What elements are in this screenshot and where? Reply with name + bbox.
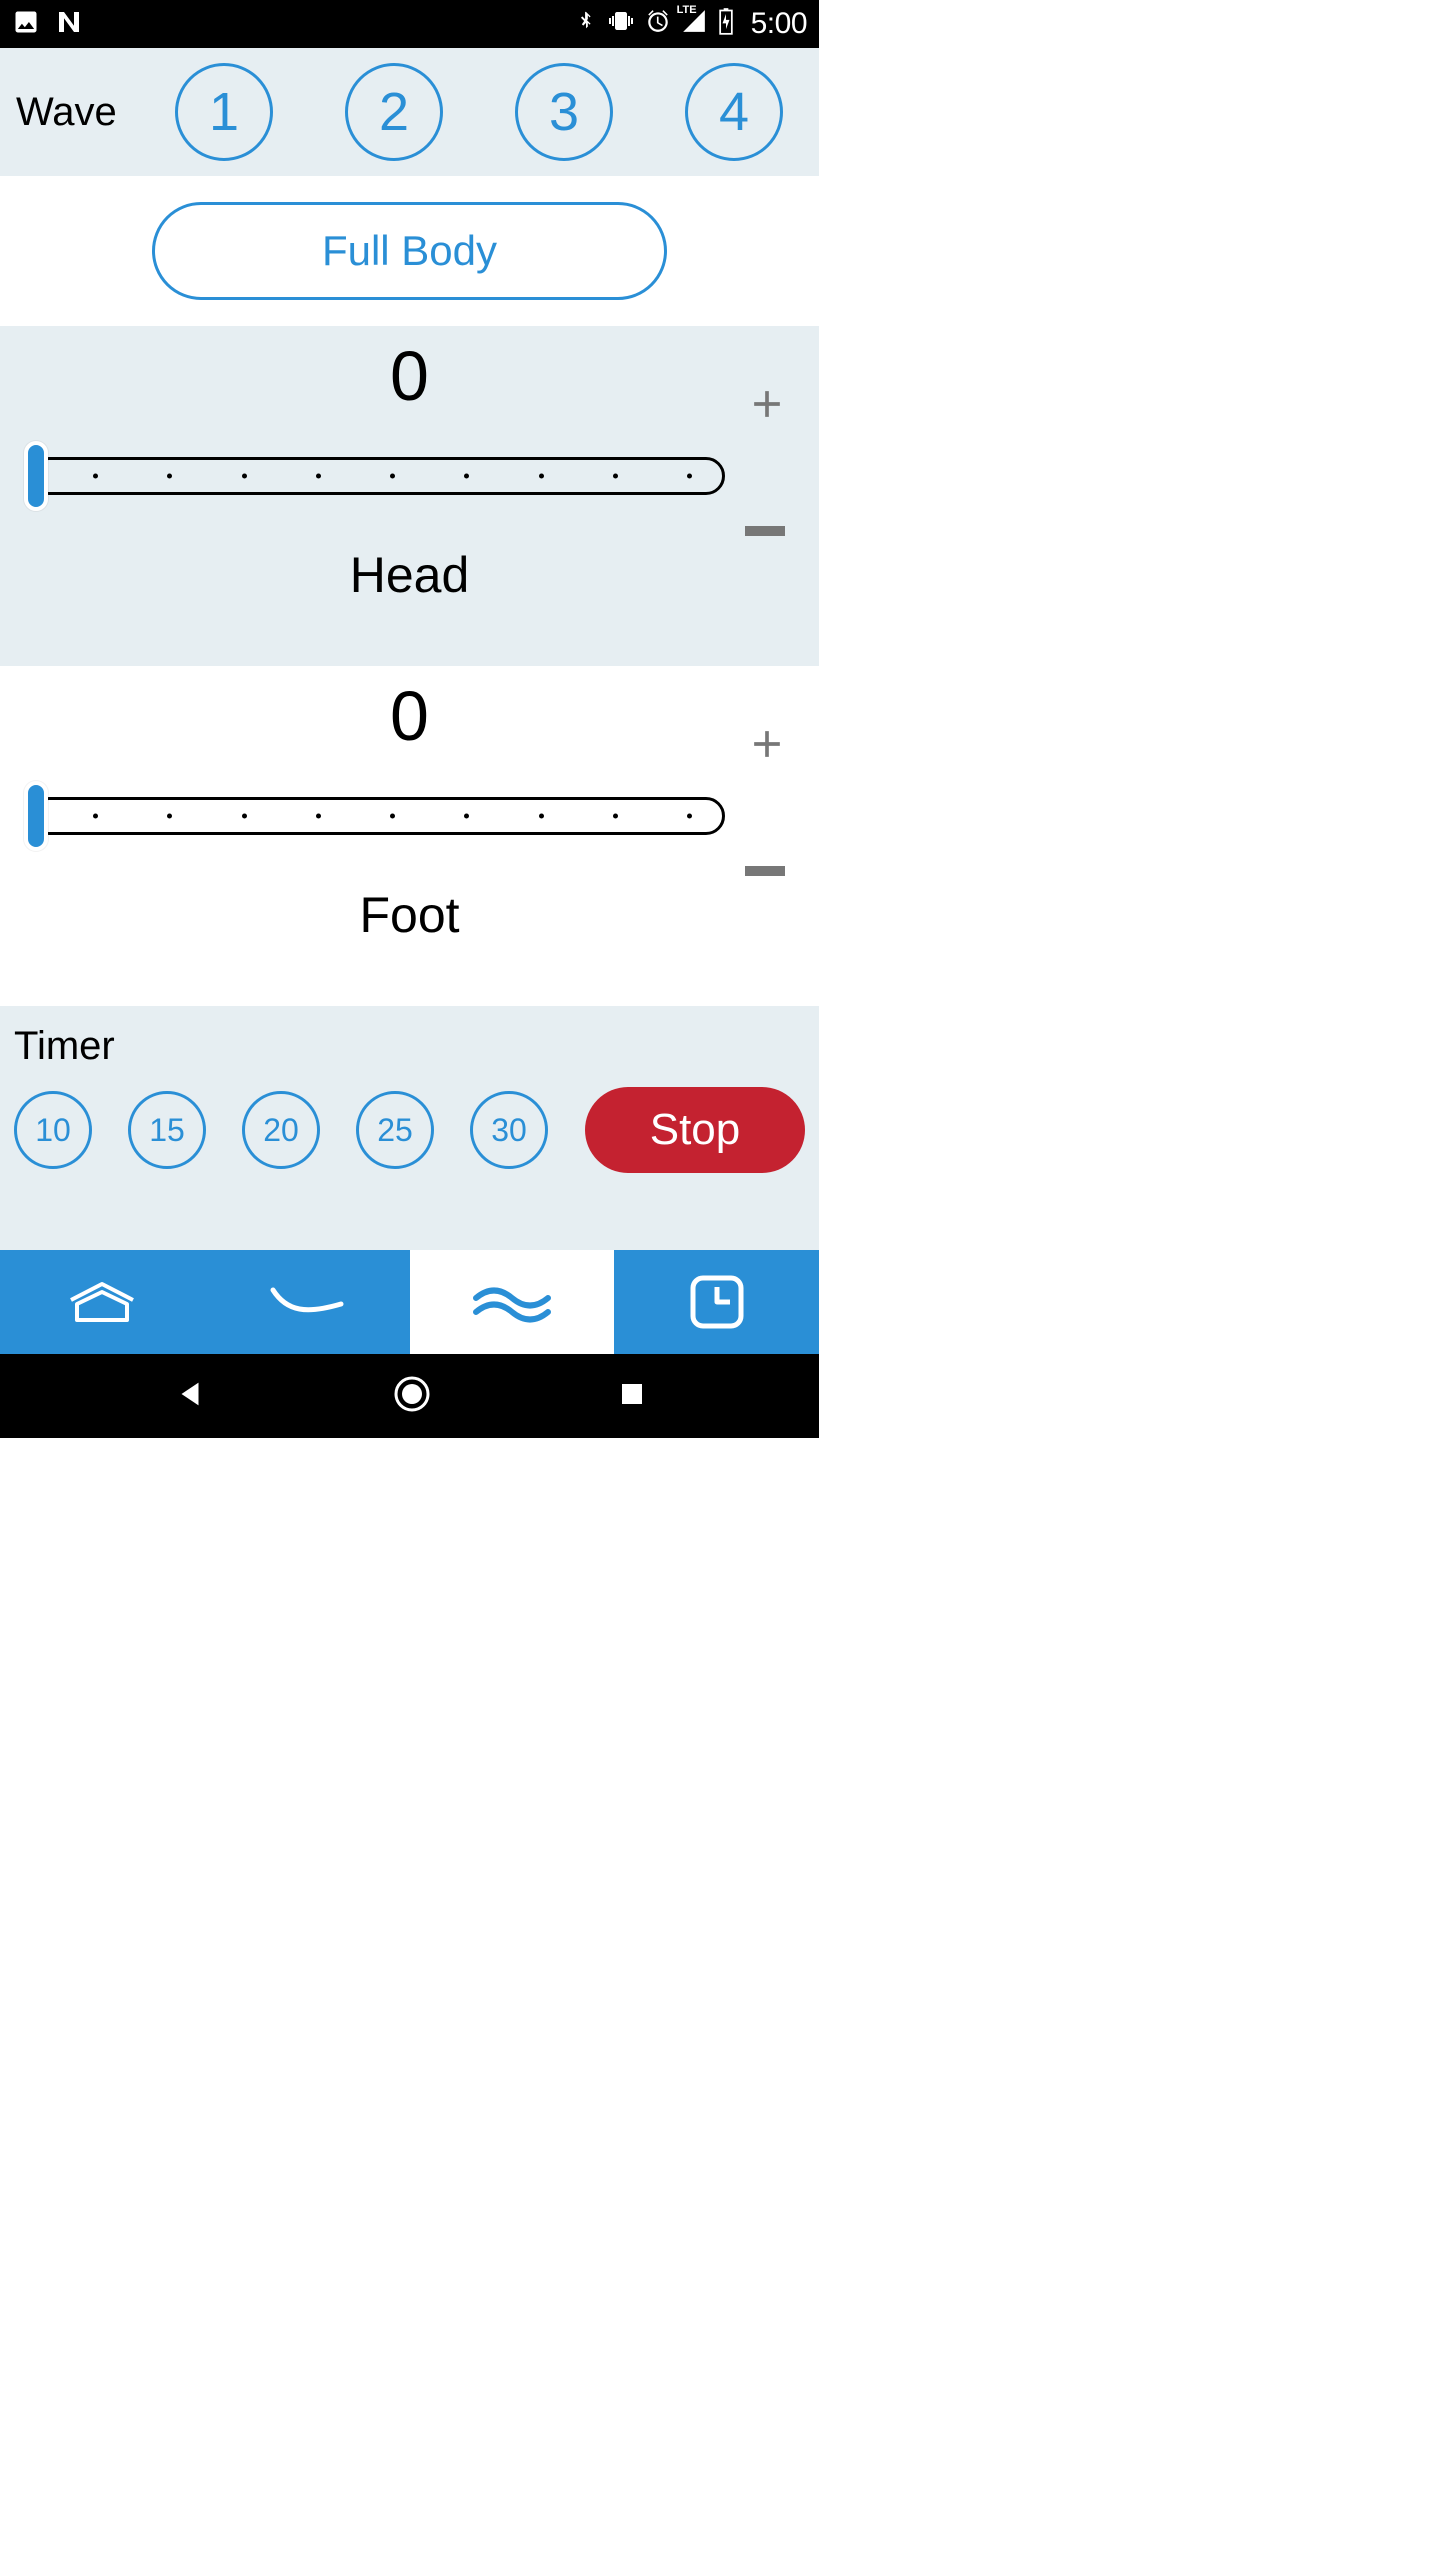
alarm-icon: [645, 8, 671, 41]
wave-label: Wave: [16, 90, 117, 135]
head-slider-value: 0: [30, 336, 789, 416]
head-plus-button[interactable]: [745, 376, 789, 436]
wave-option-1[interactable]: 1: [175, 63, 273, 161]
timer-option-25[interactable]: 25: [356, 1091, 434, 1169]
foot-slider-section: 0 Foot: [0, 666, 819, 1006]
head-slider-thumb[interactable]: [24, 441, 48, 511]
foot-slider-label: Foot: [30, 886, 789, 944]
head-minus-button[interactable]: [745, 526, 789, 536]
nav-home[interactable]: [0, 1250, 205, 1354]
home-circle-icon[interactable]: [392, 1374, 432, 1419]
wave-option-3[interactable]: 3: [515, 63, 613, 161]
head-slider[interactable]: [30, 441, 725, 511]
signal-icon: LTE: [681, 8, 707, 41]
wave-option-4[interactable]: 4: [685, 63, 783, 161]
status-bar: LTE 5:00: [0, 0, 819, 48]
nav-wave[interactable]: [410, 1250, 615, 1354]
bluetooth-icon: [575, 8, 597, 41]
status-time: 5:00: [751, 7, 807, 41]
recent-icon[interactable]: [617, 1379, 647, 1414]
nav-recline[interactable]: [205, 1250, 410, 1354]
head-slider-label: Head: [30, 546, 789, 604]
timer-section: Timer 10 15 20 25 30 Stop: [0, 1006, 819, 1250]
vibrate-icon: [607, 8, 635, 40]
image-icon: [12, 8, 40, 41]
timer-label: Timer: [14, 1024, 805, 1069]
timer-option-20[interactable]: 20: [242, 1091, 320, 1169]
clock-icon: [688, 1273, 746, 1331]
wave-section: Wave 1 2 3 4: [0, 48, 819, 176]
battery-charging-icon: [717, 7, 735, 42]
stop-button[interactable]: Stop: [585, 1087, 805, 1173]
foot-slider[interactable]: [30, 781, 725, 851]
foot-slider-value: 0: [30, 676, 789, 756]
foot-slider-thumb[interactable]: [24, 781, 48, 851]
recline-icon: [267, 1282, 347, 1322]
timer-option-15[interactable]: 15: [128, 1091, 206, 1169]
foot-plus-button[interactable]: [745, 716, 789, 776]
android-n-icon: [54, 7, 84, 42]
wave-icon: [470, 1280, 554, 1324]
back-icon[interactable]: [173, 1377, 207, 1416]
nav-clock[interactable]: [614, 1250, 819, 1354]
head-slider-section: 0 Head: [0, 326, 819, 666]
bottom-nav: [0, 1250, 819, 1354]
timer-option-30[interactable]: 30: [470, 1091, 548, 1169]
foot-minus-button[interactable]: [745, 866, 789, 876]
home-icon: [63, 1278, 141, 1326]
full-body-button[interactable]: Full Body: [152, 202, 667, 300]
fullbody-section: Full Body: [0, 176, 819, 326]
android-nav-bar: [0, 1354, 819, 1438]
wave-option-2[interactable]: 2: [345, 63, 443, 161]
timer-option-10[interactable]: 10: [14, 1091, 92, 1169]
